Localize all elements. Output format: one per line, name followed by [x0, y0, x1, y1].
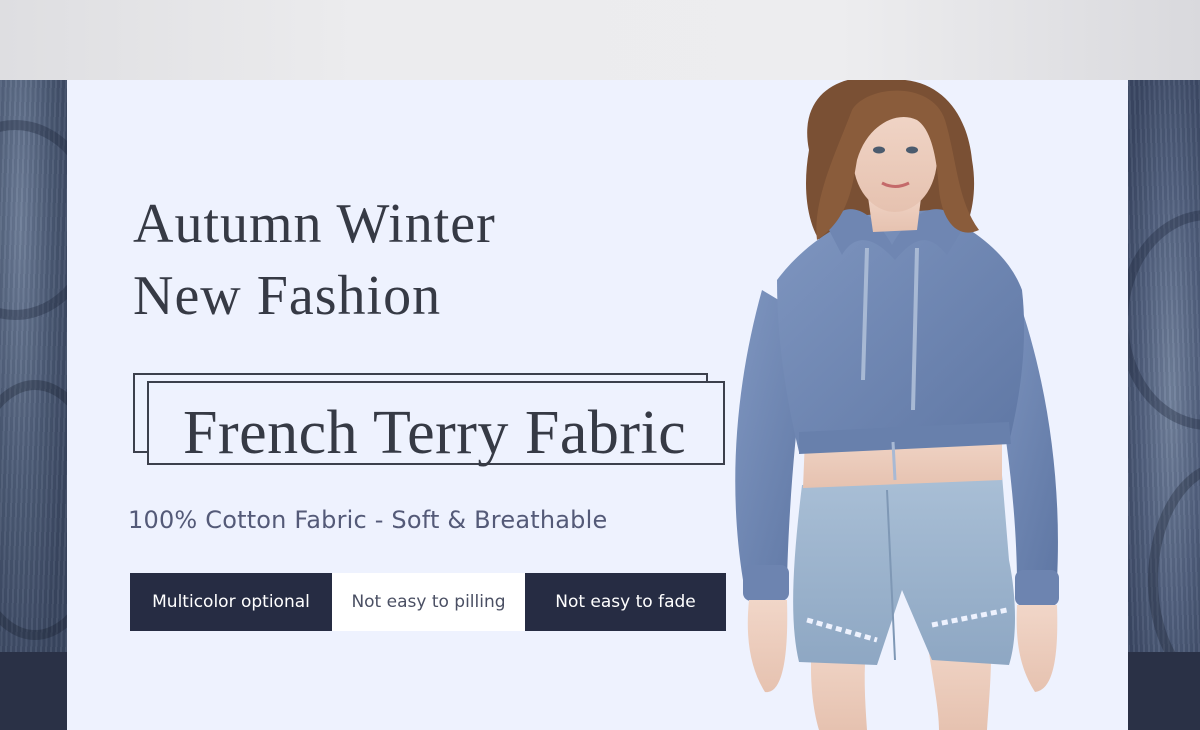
headline-line-1: Autumn Winter [133, 193, 496, 255]
feature-multicolor: Multicolor optional [130, 573, 332, 631]
right-hand [1016, 605, 1058, 692]
fabric-texture-right [1128, 80, 1200, 652]
feature-no-fade: Not easy to fade [525, 573, 726, 631]
fabric-texture-left [0, 80, 67, 652]
left-hand [747, 600, 788, 693]
right-cuff [1015, 570, 1059, 606]
badge-text: French Terry Fabric [183, 399, 687, 467]
model-photo [735, 80, 1059, 730]
headline: Autumn Winter New Fashion [133, 188, 496, 332]
denim-shorts [793, 475, 1015, 665]
feature-no-pilling: Not easy to pilling [332, 573, 525, 631]
navy-footer-block-right [1128, 652, 1200, 730]
fabric-badge: French Terry Fabric [133, 373, 775, 467]
navy-footer-block-left [0, 652, 67, 730]
fabric-subtitle: 100% Cotton Fabric - Soft & Breathable [128, 506, 608, 534]
top-gray-band [0, 0, 1200, 80]
feature-list: Multicolor optional Not easy to pilling … [130, 573, 726, 631]
left-cuff [743, 565, 789, 601]
promo-panel: Autumn Winter New Fashion French Terry F… [67, 80, 1128, 730]
badge-frame-front: French Terry Fabric [147, 381, 725, 467]
headline-line-2: New Fashion [133, 265, 442, 327]
